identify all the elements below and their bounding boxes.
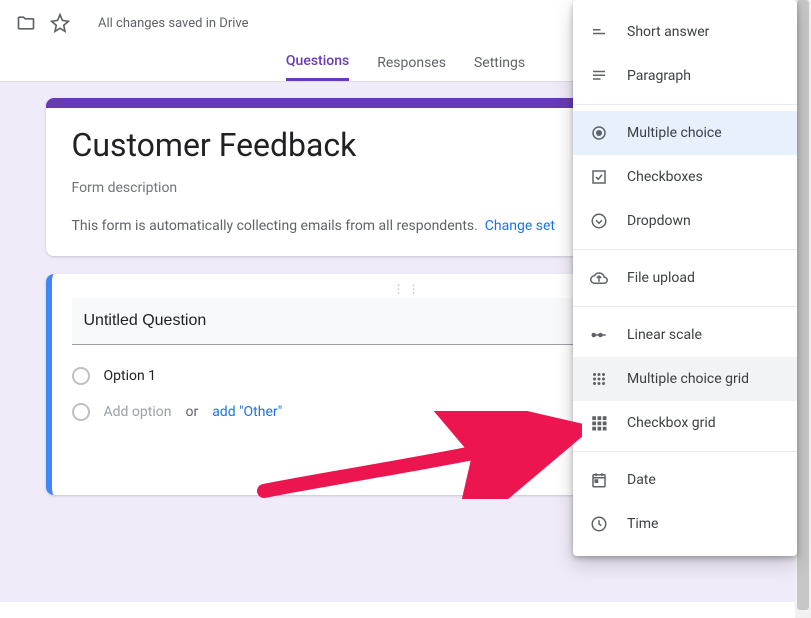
change-settings-link[interactable]: Change set — [485, 218, 555, 234]
scrollbar[interactable] — [795, 0, 811, 618]
tab-questions[interactable]: Questions — [286, 53, 349, 81]
email-notice-text: This form is automatically collecting em… — [72, 218, 478, 234]
dropdown-option-multiple-choice-grid[interactable]: Multiple choice grid — [573, 357, 797, 401]
dropdown-label: File upload — [627, 270, 695, 286]
calendar-icon — [589, 470, 609, 490]
dropdown-option-checkboxes[interactable]: Checkboxes — [573, 155, 797, 199]
dropdown-option-multiple-choice[interactable]: Multiple choice — [573, 111, 797, 155]
radio-filled-icon — [589, 123, 609, 143]
scrollbar-thumb[interactable] — [797, 0, 809, 610]
dropdown-label: Dropdown — [627, 213, 691, 229]
dropdown-label: Multiple choice — [627, 125, 722, 141]
tab-responses[interactable]: Responses — [377, 55, 446, 81]
clock-icon — [589, 514, 609, 534]
short-answer-icon — [589, 22, 609, 42]
dot-grid-icon — [589, 369, 609, 389]
option-1-text[interactable]: Option 1 — [104, 368, 157, 384]
dropdown-label: Date — [627, 472, 656, 488]
question-type-dropdown: Short answer Paragraph Multiple choice C… — [573, 0, 797, 556]
radio-icon — [72, 403, 90, 421]
dropdown-option-linear-scale[interactable]: Linear scale — [573, 313, 797, 357]
dropdown-icon — [589, 211, 609, 231]
dropdown-option-time[interactable]: Time — [573, 502, 797, 546]
upload-icon — [589, 268, 609, 288]
dropdown-label: Time — [627, 516, 658, 532]
add-other-link[interactable]: add "Other" — [212, 404, 282, 420]
dropdown-label: Short answer — [627, 24, 709, 40]
tab-settings[interactable]: Settings — [474, 55, 525, 81]
dropdown-option-short-answer[interactable]: Short answer — [573, 10, 797, 54]
checkbox-icon — [589, 167, 609, 187]
save-status: All changes saved in Drive — [98, 16, 249, 31]
folder-icon[interactable] — [14, 11, 38, 35]
dropdown-option-dropdown[interactable]: Dropdown — [573, 199, 797, 243]
dropdown-label: Linear scale — [627, 327, 702, 343]
add-option-link[interactable]: Add option — [104, 404, 172, 420]
dropdown-option-paragraph[interactable]: Paragraph — [573, 54, 797, 98]
dropdown-option-date[interactable]: Date — [573, 458, 797, 502]
dropdown-label: Checkbox grid — [627, 415, 716, 431]
square-grid-icon — [589, 413, 609, 433]
radio-icon — [72, 367, 90, 385]
star-icon[interactable] — [48, 11, 72, 35]
dropdown-option-checkbox-grid[interactable]: Checkbox grid — [573, 401, 797, 445]
dropdown-label: Multiple choice grid — [627, 371, 749, 387]
dropdown-label: Paragraph — [627, 68, 691, 84]
dropdown-option-file-upload[interactable]: File upload — [573, 256, 797, 300]
linear-scale-icon — [589, 325, 609, 345]
dropdown-label: Checkboxes — [627, 169, 703, 185]
paragraph-icon — [589, 66, 609, 86]
or-text: or — [185, 404, 198, 420]
